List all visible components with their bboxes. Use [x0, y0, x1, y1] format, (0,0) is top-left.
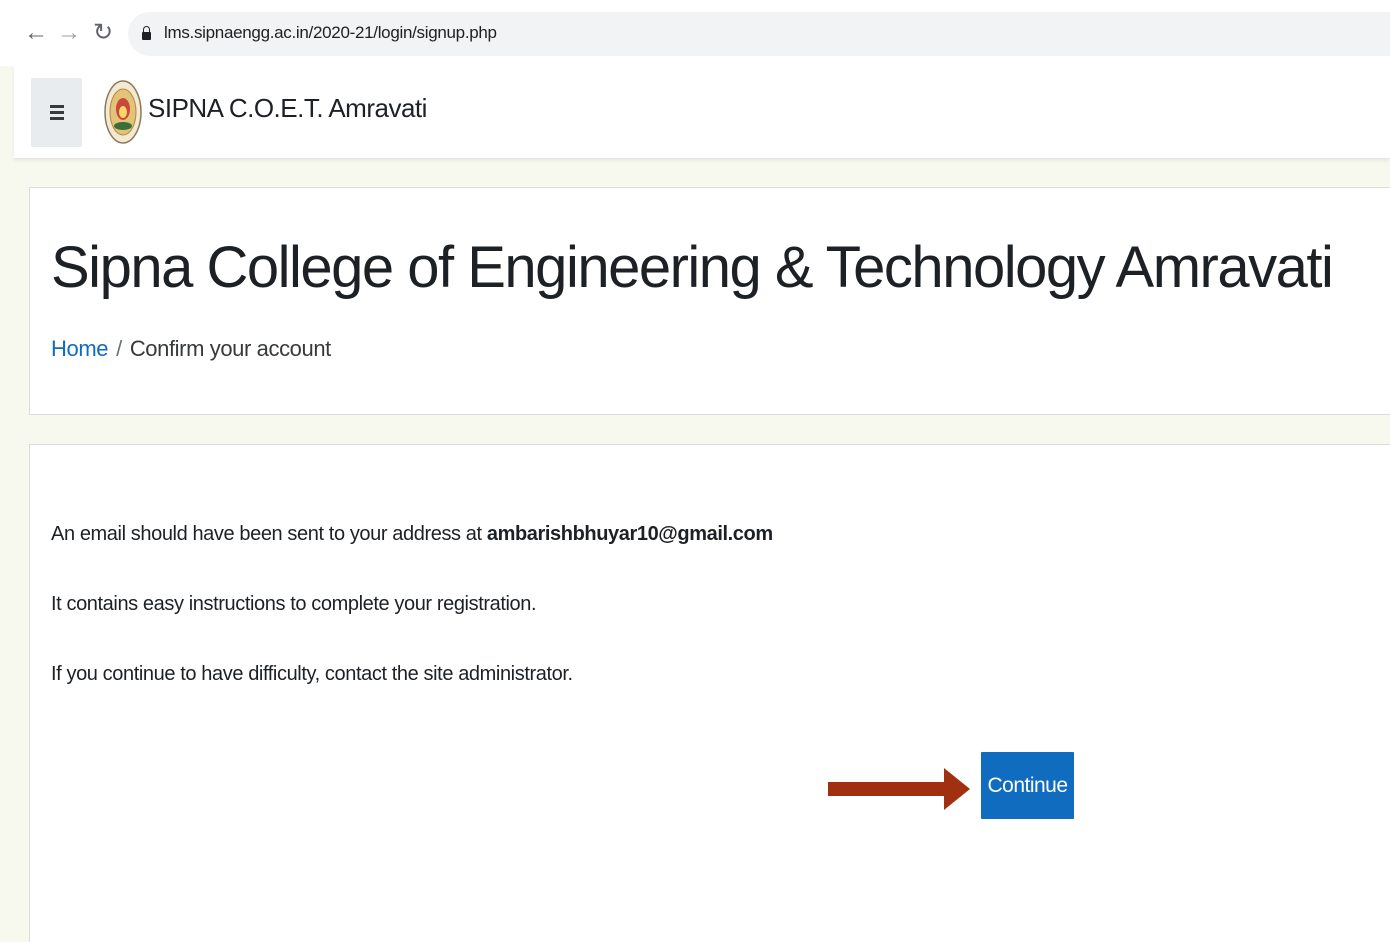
college-logo[interactable] [104, 79, 142, 145]
forward-arrow-icon[interactable]: → [57, 18, 81, 48]
hamburger-icon [50, 105, 64, 121]
instructions-message: It contains easy instructions to complet… [51, 593, 537, 615]
lock-icon [142, 26, 151, 40]
site-navbar: SIPNA C.O.E.T. Amravati [14, 66, 1390, 159]
page-title: Sipna College of Engineering & Technolog… [51, 235, 1334, 300]
address-bar[interactable]: lms.sipnaengg.ac.in/2020-21/login/signup… [128, 12, 1390, 56]
url-text[interactable]: lms.sipnaengg.ac.in/2020-21/login/signup… [164, 23, 497, 43]
breadcrumb-separator: / [116, 336, 122, 361]
email-address: ambarishbhuyar10@gmail.com [486, 523, 773, 545]
back-arrow-icon[interactable]: ← [24, 18, 48, 48]
breadcrumb: Home / Confirm your account [51, 336, 331, 362]
difficulty-message: If you continue to have difficulty, cont… [51, 663, 573, 685]
browser-toolbar: ← → ↻ lms.sipnaengg.ac.in/2020-21/login/… [0, 0, 1390, 66]
reload-icon[interactable]: ↻ [91, 18, 115, 48]
email-sent-text: An email should have been sent to your a… [51, 523, 487, 545]
confirmation-panel: An email should have been sent to your a… [29, 444, 1390, 942]
menu-toggle-button[interactable] [31, 78, 82, 147]
site-name-link[interactable]: SIPNA C.O.E.T. Amravati [148, 93, 427, 124]
page-header: Sipna College of Engineering & Technolog… [29, 187, 1390, 415]
email-sent-message: An email should have been sent to your a… [51, 523, 773, 546]
breadcrumb-home-link[interactable]: Home [51, 336, 108, 361]
continue-button[interactable]: Continue [981, 752, 1074, 819]
pointer-arrow-icon [828, 768, 970, 810]
breadcrumb-current: Confirm your account [129, 336, 331, 361]
